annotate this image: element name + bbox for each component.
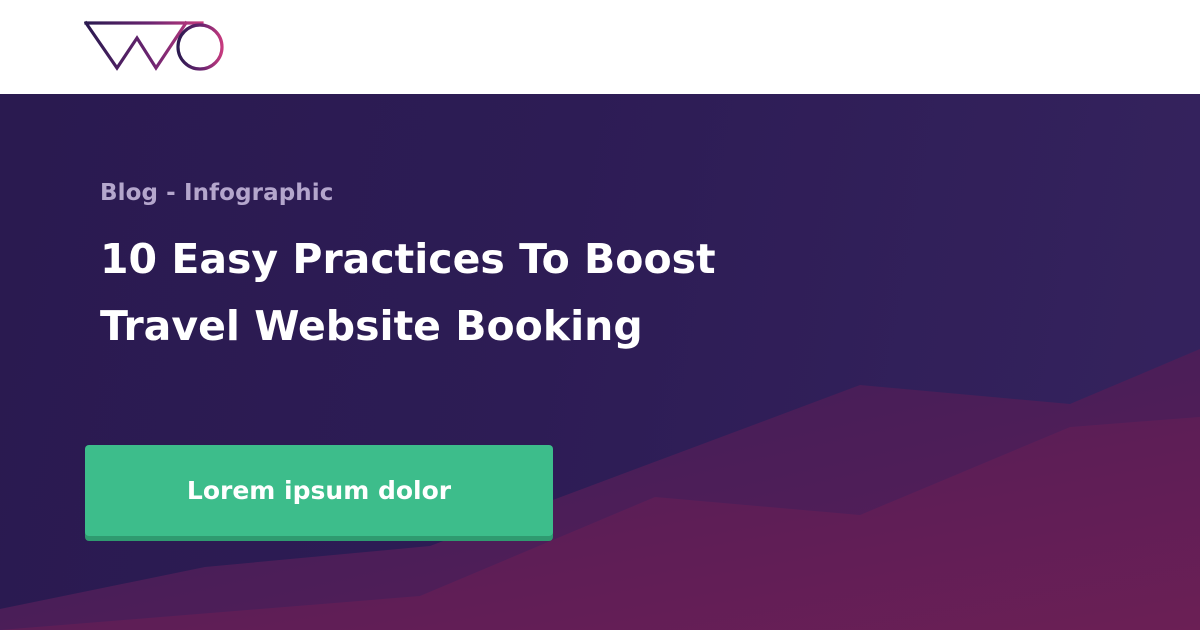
page-title: 10 Easy Practices To Boost Travel Websit… xyxy=(100,235,716,350)
post-category: Blog - Infographic xyxy=(100,180,334,206)
site-header xyxy=(0,0,1200,94)
vwo-logo[interactable] xyxy=(84,20,226,74)
cta-button[interactable]: Lorem ipsum dolor xyxy=(85,445,553,536)
mountain-graphic xyxy=(0,349,1200,630)
hero-banner: Blog - Infographic 10 Easy Practices To … xyxy=(0,94,1200,630)
